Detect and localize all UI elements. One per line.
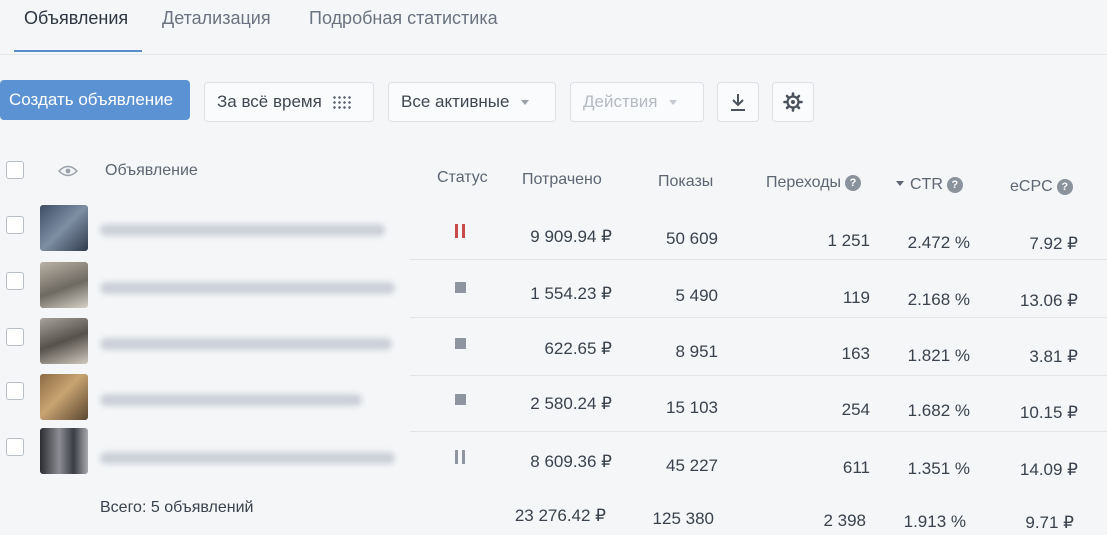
cell-ctr: 2.472 % <box>907 233 970 252</box>
table-row[interactable]: 1 554.23 ₽ 5 490 119 2.168 % 13.06 ₽ <box>0 260 1107 318</box>
cell-clicks: 254 <box>841 400 870 419</box>
ad-title-redacted[interactable] <box>100 282 395 294</box>
column-ad[interactable]: Объявление <box>105 162 198 180</box>
row-checkbox[interactable] <box>6 328 24 346</box>
total-impressions: 125 380 <box>652 509 714 528</box>
cell-clicks: 611 <box>842 458 870 477</box>
cell-impressions: 15 103 <box>666 398 718 417</box>
cell-impressions: 8 951 <box>675 342 718 361</box>
table-row[interactable]: 8 609.36 ₽ 45 227 611 1.351 % 14.09 ₽ <box>0 428 1107 488</box>
eye-icon[interactable] <box>58 165 78 177</box>
cell-clicks: 163 <box>841 344 870 363</box>
column-ecpc-label: eCPC <box>1010 178 1053 195</box>
cell-ecpc: 7.92 ₽ <box>1029 234 1078 253</box>
cell-ecpc: 13.06 ₽ <box>1019 291 1078 310</box>
status-stopped-icon <box>455 338 466 349</box>
tab-details[interactable]: Детализация <box>162 8 271 29</box>
tab-bar: Объявления Детализация Подробная статист… <box>0 0 1107 55</box>
active-tab-indicator <box>14 50 142 52</box>
table-row[interactable]: 2 580.24 ₽ 15 103 254 1.682 % 10.15 ₽ <box>0 374 1107 432</box>
status-paused-icon <box>455 224 469 238</box>
cell-spent: 622.65 ₽ <box>544 339 612 358</box>
column-clicks[interactable]: Переходы? <box>766 174 862 192</box>
cell-impressions: 5 490 <box>675 286 718 305</box>
status-filter-label: Все активные <box>401 92 510 111</box>
row-checkbox[interactable] <box>6 216 24 234</box>
cell-ctr: 1.682 % <box>907 401 970 420</box>
download-icon <box>731 94 745 111</box>
row-checkbox[interactable] <box>6 438 24 456</box>
help-icon[interactable]: ? <box>1056 179 1073 195</box>
column-impressions[interactable]: Показы <box>658 173 713 191</box>
create-ad-button[interactable]: Создать объявление <box>0 80 190 120</box>
cell-spent: 9 909.94 ₽ <box>530 227 612 246</box>
select-all-checkbox[interactable] <box>6 161 24 179</box>
ad-thumbnail[interactable] <box>40 374 88 420</box>
ad-title-redacted[interactable] <box>100 224 385 236</box>
status-filter-select[interactable]: Все активные <box>388 82 556 122</box>
ad-title-redacted[interactable] <box>100 394 362 406</box>
tab-detailed-stats[interactable]: Подробная статистика <box>309 8 498 29</box>
chevron-down-icon <box>521 99 530 105</box>
totals-label: Всего: 5 объявлений <box>100 499 254 516</box>
cell-clicks: 1 251 <box>827 231 870 250</box>
row-checkbox[interactable] <box>6 382 24 400</box>
column-spent[interactable]: Потрачено <box>522 171 602 189</box>
sort-desc-icon <box>896 181 904 186</box>
total-ecpc: 9.71 ₽ <box>1025 513 1074 532</box>
gear-icon <box>783 92 803 112</box>
column-ctr-label: CTR <box>910 176 943 193</box>
help-icon[interactable]: ? <box>845 175 862 191</box>
cell-ecpc: 14.09 ₽ <box>1019 460 1078 479</box>
total-clicks: 2 398 <box>823 511 866 530</box>
ad-thumbnail[interactable] <box>40 262 88 308</box>
cell-spent: 2 580.24 ₽ <box>530 394 612 413</box>
period-select-label: За всё время <box>217 92 322 111</box>
total-ctr: 1.913 % <box>903 512 966 531</box>
cell-ctr: 2.168 % <box>907 290 970 309</box>
status-paused-icon <box>455 450 469 464</box>
cell-spent: 8 609.36 ₽ <box>530 452 612 471</box>
settings-button[interactable] <box>772 82 814 122</box>
column-status[interactable]: Статус <box>437 169 488 187</box>
actions-dropdown-label: Действия <box>583 92 658 111</box>
cell-ctr: 1.351 % <box>907 459 970 478</box>
cell-ecpc: 3.81 ₽ <box>1029 347 1078 366</box>
period-select[interactable]: За всё время <box>204 82 374 122</box>
total-spent: 23 276.42 ₽ <box>514 506 606 525</box>
table-header: Объявление Статус Потрачено Показы Перех… <box>0 150 1107 202</box>
column-ctr[interactable]: CTR? <box>896 176 963 194</box>
table-totals-row: Всего: 5 объявлений 23 276.42 ₽ 125 380 … <box>0 490 1107 535</box>
actions-dropdown[interactable]: Действия <box>570 82 704 122</box>
cell-spent: 1 554.23 ₽ <box>530 284 612 303</box>
calendar-grid-icon <box>331 95 352 109</box>
ad-thumbnail[interactable] <box>40 205 88 251</box>
help-icon[interactable]: ? <box>946 177 963 193</box>
column-ecpc[interactable]: eCPC? <box>1010 178 1073 196</box>
tab-ads[interactable]: Объявления <box>24 8 128 29</box>
cell-impressions: 50 609 <box>666 229 718 248</box>
cell-clicks: 119 <box>842 288 870 307</box>
cell-ecpc: 10.15 ₽ <box>1019 403 1078 422</box>
status-stopped-icon <box>455 394 466 405</box>
column-clicks-label: Переходы <box>766 174 842 191</box>
status-stopped-icon <box>455 282 466 293</box>
ad-thumbnail[interactable] <box>40 318 88 364</box>
ad-thumbnail[interactable] <box>40 428 88 474</box>
cell-impressions: 45 227 <box>666 456 718 475</box>
chevron-down-icon <box>669 99 678 105</box>
table-row[interactable]: 9 909.94 ₽ 50 609 1 251 2.472 % 7.92 ₽ <box>0 202 1107 260</box>
row-checkbox[interactable] <box>6 272 24 290</box>
cell-ctr: 1.821 % <box>907 346 970 365</box>
download-button[interactable] <box>717 82 759 122</box>
ad-title-redacted[interactable] <box>100 338 392 350</box>
ad-title-redacted[interactable] <box>100 452 395 464</box>
table-row[interactable]: 622.65 ₽ 8 951 163 1.821 % 3.81 ₽ <box>0 318 1107 376</box>
